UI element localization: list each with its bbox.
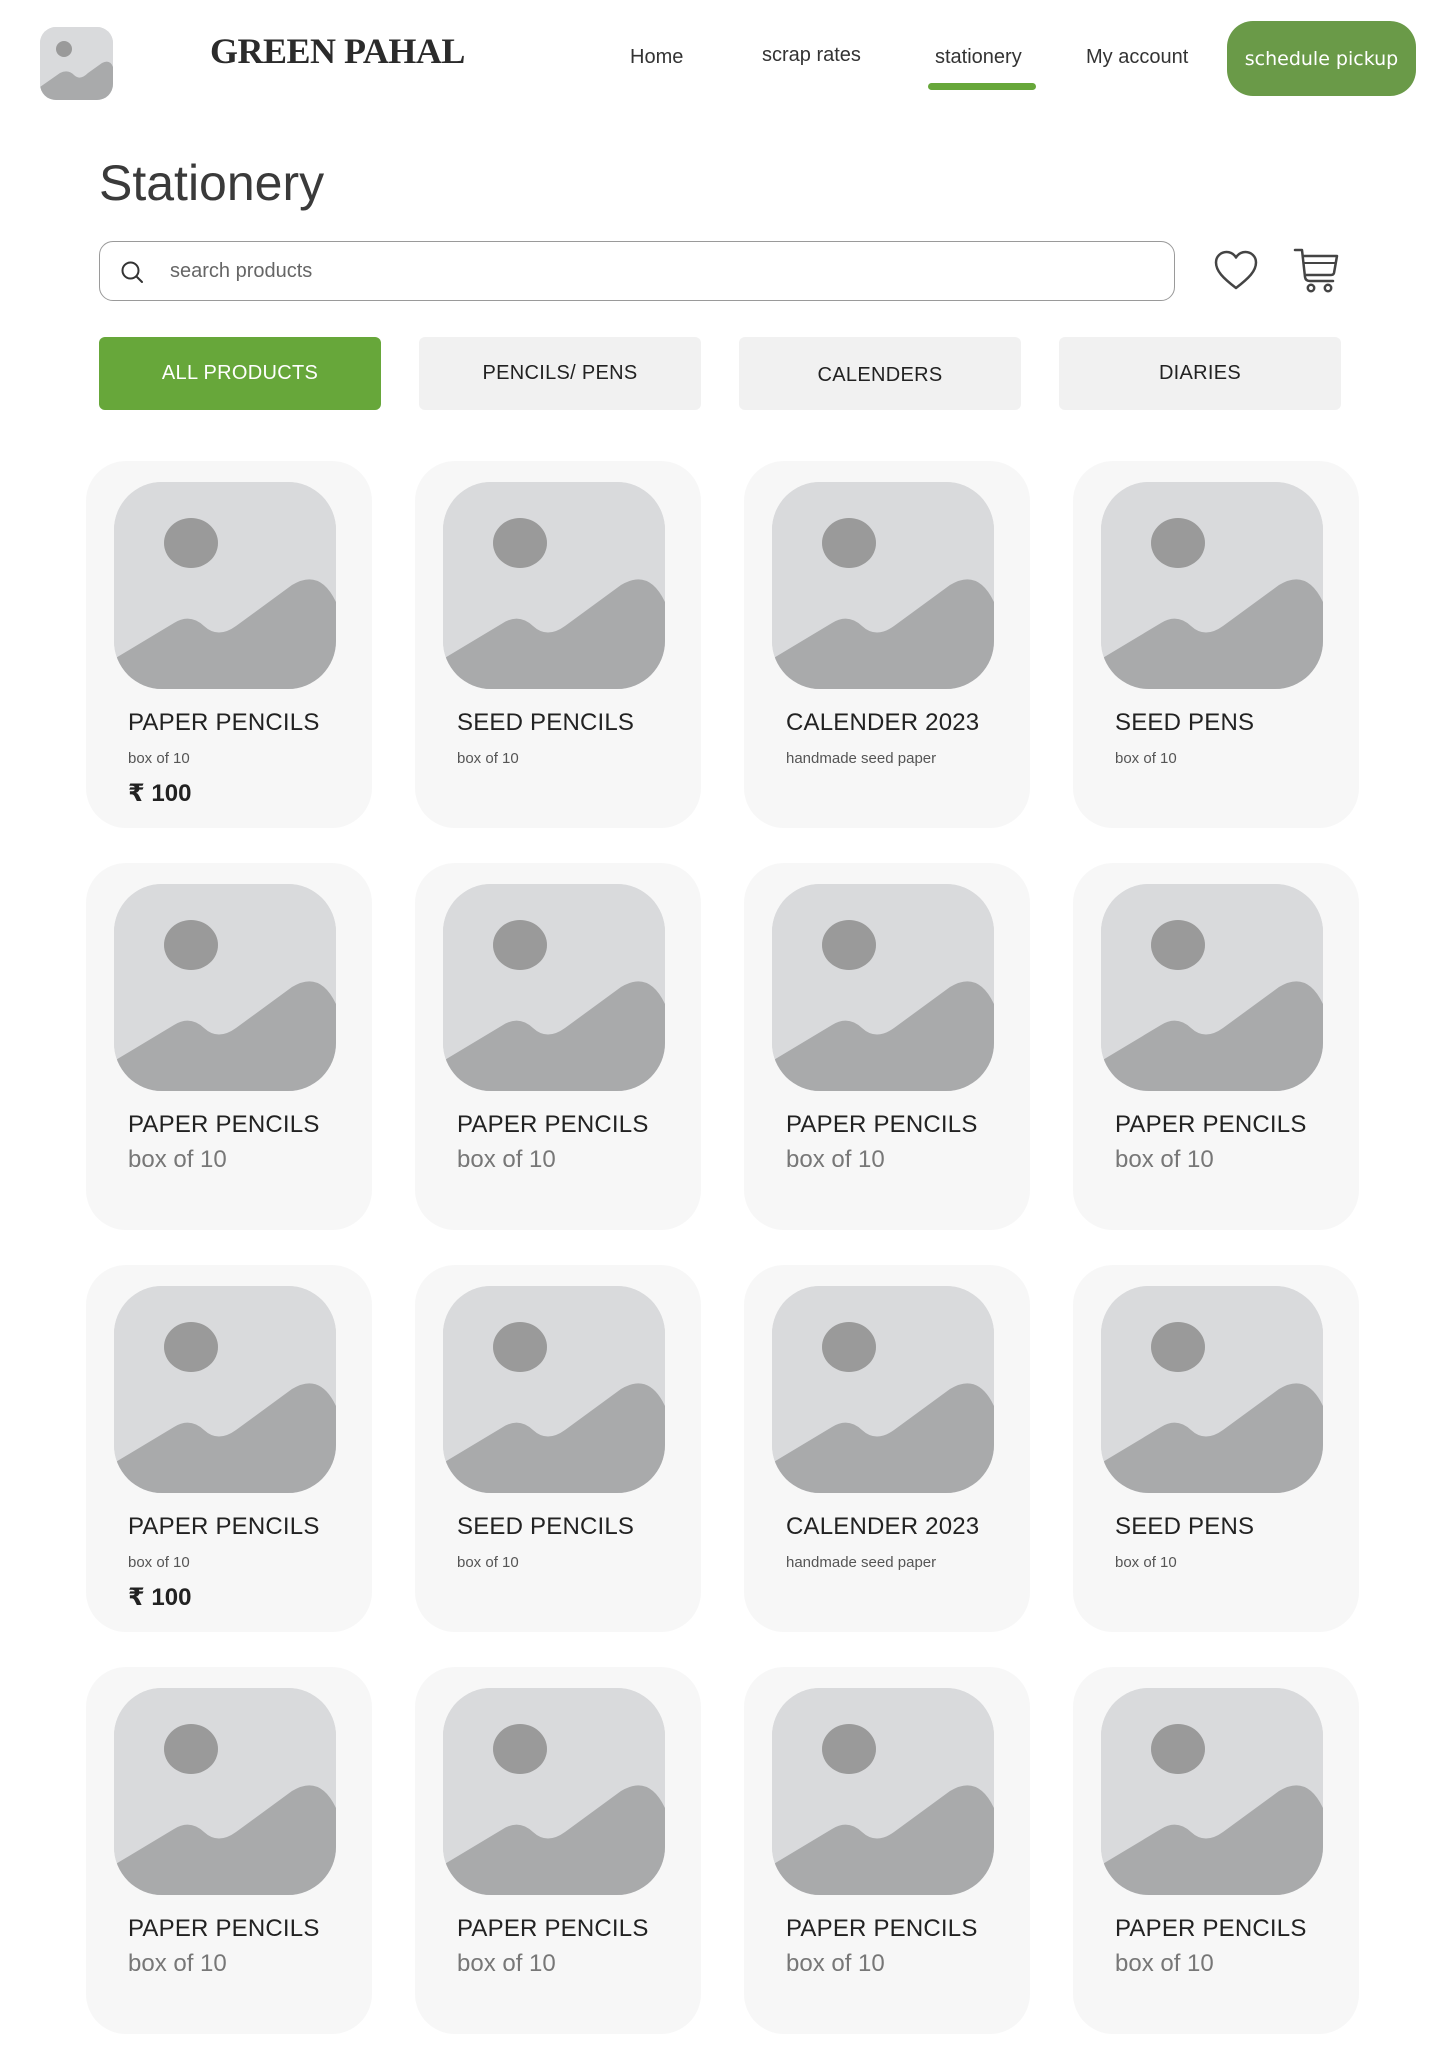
- product-card[interactable]: PAPER PENCILS box of 10: [415, 863, 701, 1230]
- product-title: PAPER PENCILS: [457, 1111, 649, 1138]
- product-title: SEED PENCILS: [457, 1513, 635, 1540]
- nav-my-account[interactable]: My account: [1086, 46, 1188, 69]
- product-title: SEED PENS: [1115, 1513, 1255, 1540]
- product-subtitle: handmade seed paper: [786, 750, 937, 767]
- product-card[interactable]: PAPER PENCILS box of 10: [1073, 863, 1359, 1230]
- product-subtitle: box of 10: [786, 1950, 885, 1977]
- product-price: ₹ 100: [128, 780, 192, 807]
- product-image-icon[interactable]: [772, 1286, 994, 1493]
- product-title: PAPER PENCILS: [128, 709, 320, 736]
- product-card[interactable]: SEED PENCILS box of 10: [415, 461, 701, 828]
- product-image-icon[interactable]: [772, 482, 994, 689]
- product-subtitle: box of 10: [457, 1146, 556, 1173]
- product-title: PAPER PENCILS: [128, 1915, 320, 1942]
- nav-stationery[interactable]: stationery: [935, 46, 1022, 69]
- product-title: SEED PENCILS: [457, 709, 635, 736]
- product-image-icon[interactable]: [443, 482, 665, 689]
- product-image-icon[interactable]: [114, 1688, 336, 1895]
- tab-all-products[interactable]: ALL PRODUCTS: [99, 337, 381, 410]
- product-title: CALENDER 2023: [786, 709, 980, 736]
- product-subtitle: box of 10: [128, 1950, 227, 1977]
- product-subtitle: box of 10: [457, 1554, 519, 1571]
- page-title: Stationery: [99, 155, 325, 211]
- nav-scrap-rates[interactable]: scrap rates: [762, 44, 861, 67]
- nav-home[interactable]: Home: [630, 46, 683, 69]
- product-image-icon[interactable]: [443, 1688, 665, 1895]
- product-subtitle: box of 10: [1115, 750, 1177, 767]
- heart-icon[interactable]: [1213, 248, 1259, 294]
- product-card[interactable]: SEED PENCILS box of 10: [415, 1265, 701, 1632]
- product-image-icon[interactable]: [1101, 482, 1323, 689]
- product-subtitle: box of 10: [128, 1554, 190, 1571]
- product-subtitle: box of 10: [1115, 1950, 1214, 1977]
- product-subtitle: handmade seed paper: [786, 1554, 937, 1571]
- product-image-icon[interactable]: [1101, 1286, 1323, 1493]
- logo-image-icon[interactable]: [40, 27, 113, 100]
- product-image-icon[interactable]: [772, 1688, 994, 1895]
- product-title: PAPER PENCILS: [786, 1111, 978, 1138]
- schedule-pickup-button[interactable]: schedule pickup: [1227, 21, 1416, 96]
- product-card[interactable]: SEED PENS box of 10: [1073, 461, 1359, 828]
- search-icon: [121, 261, 143, 283]
- product-subtitle: box of 10: [128, 1146, 227, 1173]
- product-title: PAPER PENCILS: [128, 1111, 320, 1138]
- product-card[interactable]: CALENDER 2023 handmade seed paper: [744, 461, 1030, 828]
- product-subtitle: box of 10: [457, 1950, 556, 1977]
- product-title: SEED PENS: [1115, 709, 1255, 736]
- nav-active-indicator: [928, 83, 1036, 90]
- cart-icon[interactable]: [1292, 245, 1340, 295]
- product-image-icon[interactable]: [1101, 1688, 1323, 1895]
- product-price: ₹ 100: [128, 1584, 192, 1611]
- product-image-icon[interactable]: [443, 1286, 665, 1493]
- product-card[interactable]: PAPER PENCILS box of 10: [744, 863, 1030, 1230]
- product-card[interactable]: PAPER PENCILS box of 10 ₹ 100: [86, 1265, 372, 1632]
- product-card[interactable]: PAPER PENCILS box of 10: [86, 1667, 372, 2034]
- product-subtitle: box of 10: [457, 750, 519, 767]
- tab-diaries[interactable]: DIARIES: [1059, 337, 1341, 410]
- search-bar[interactable]: [99, 241, 1175, 301]
- product-card[interactable]: SEED PENS box of 10: [1073, 1265, 1359, 1632]
- product-image-icon[interactable]: [772, 884, 994, 1091]
- product-title: PAPER PENCILS: [1115, 1111, 1307, 1138]
- search-input[interactable]: [170, 250, 1150, 292]
- product-image-icon[interactable]: [443, 884, 665, 1091]
- product-image-icon[interactable]: [114, 1286, 336, 1493]
- product-subtitle: box of 10: [786, 1146, 885, 1173]
- product-subtitle: box of 10: [1115, 1554, 1177, 1571]
- product-image-icon[interactable]: [114, 482, 336, 689]
- product-image-icon[interactable]: [114, 884, 336, 1091]
- tab-calenders[interactable]: CALENDERS: [739, 337, 1021, 410]
- product-title: PAPER PENCILS: [1115, 1915, 1307, 1942]
- product-title: PAPER PENCILS: [128, 1513, 320, 1540]
- product-card[interactable]: PAPER PENCILS box of 10 ₹ 100: [86, 461, 372, 828]
- product-title: PAPER PENCILS: [457, 1915, 649, 1942]
- product-card[interactable]: CALENDER 2023 handmade seed paper: [744, 1265, 1030, 1632]
- product-card[interactable]: PAPER PENCILS box of 10: [86, 863, 372, 1230]
- brand-name: GREEN PAHAL: [210, 31, 465, 71]
- product-subtitle: box of 10: [1115, 1146, 1214, 1173]
- tab-pencils-pens[interactable]: PENCILS/ PENS: [419, 337, 701, 410]
- product-card[interactable]: PAPER PENCILS box of 10: [744, 1667, 1030, 2034]
- product-subtitle: box of 10: [128, 750, 190, 767]
- product-card[interactable]: PAPER PENCILS box of 10: [415, 1667, 701, 2034]
- product-image-icon[interactable]: [1101, 884, 1323, 1091]
- product-card[interactable]: PAPER PENCILS box of 10: [1073, 1667, 1359, 2034]
- product-title: PAPER PENCILS: [786, 1915, 978, 1942]
- product-title: CALENDER 2023: [786, 1513, 980, 1540]
